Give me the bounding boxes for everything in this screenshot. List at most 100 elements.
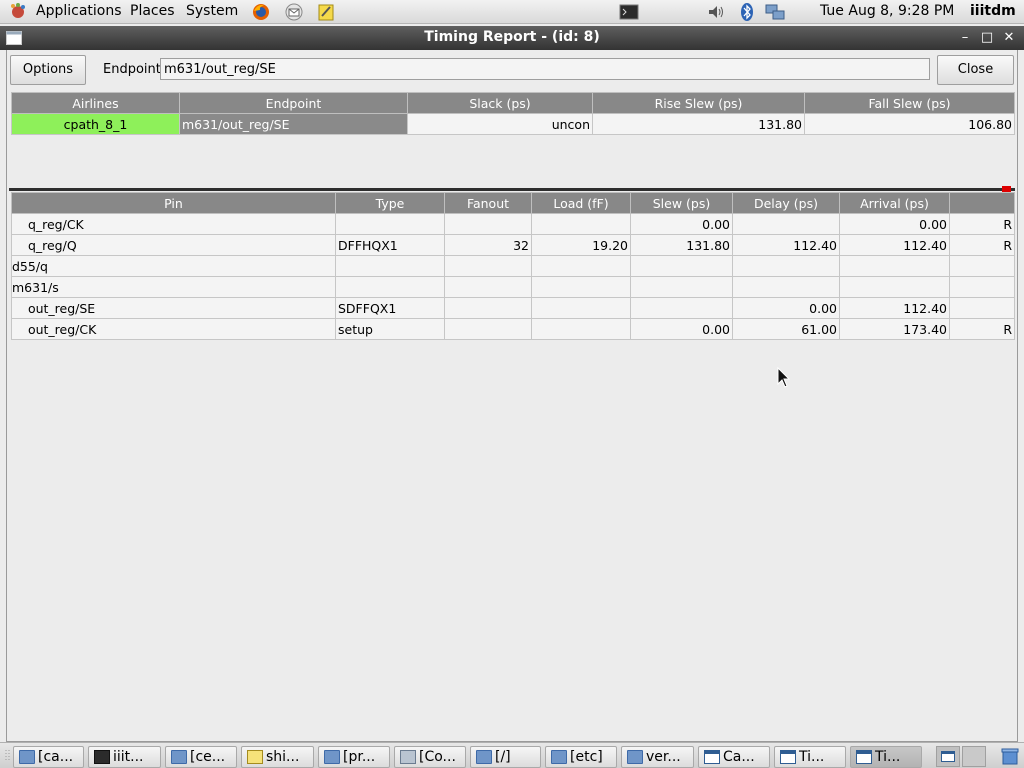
- slew-cell[interactable]: [630, 276, 733, 298]
- table-row[interactable]: q_reg/CK 0.00 0.00 R: [11, 213, 1015, 235]
- arrival-cell[interactable]: [839, 276, 950, 298]
- fanout-cell[interactable]: 32: [444, 234, 532, 256]
- window-titlebar[interactable]: Timing Report - (id: 8) – □ ✕: [0, 26, 1024, 50]
- taskbar-item[interactable]: [ca...: [13, 746, 84, 768]
- volume-icon[interactable]: [706, 2, 726, 22]
- user-name[interactable]: iiitdm: [970, 0, 1016, 24]
- menu-system[interactable]: System: [186, 0, 238, 24]
- terminal-icon[interactable]: [619, 2, 639, 22]
- edge-cell[interactable]: [949, 276, 1015, 298]
- arrival-cell[interactable]: 173.40: [839, 318, 950, 340]
- col-header-rise-slew[interactable]: Rise Slew (ps): [592, 92, 805, 114]
- col-header-type[interactable]: Type: [335, 192, 445, 214]
- trash-icon[interactable]: [1000, 747, 1020, 765]
- notes-icon[interactable]: [316, 2, 336, 22]
- taskbar-item[interactable]: [pr...: [318, 746, 390, 768]
- slew-cell[interactable]: 0.00: [630, 213, 733, 235]
- firefox-icon[interactable]: [251, 2, 271, 22]
- load-cell[interactable]: [531, 297, 631, 319]
- options-button[interactable]: Options: [10, 55, 86, 85]
- bluetooth-icon[interactable]: [737, 2, 757, 22]
- fanout-cell[interactable]: [444, 297, 532, 319]
- pane-divider[interactable]: [9, 188, 1015, 191]
- slack-cell[interactable]: uncon: [407, 113, 593, 135]
- col-header-delay[interactable]: Delay (ps): [732, 192, 840, 214]
- taskbar-item[interactable]: ver...: [621, 746, 694, 768]
- delay-cell[interactable]: [732, 255, 840, 277]
- delay-cell[interactable]: [732, 213, 840, 235]
- close-icon[interactable]: ✕: [1000, 29, 1018, 47]
- fanout-cell[interactable]: [444, 318, 532, 340]
- maximize-icon[interactable]: □: [978, 29, 996, 47]
- col-header-fall-slew[interactable]: Fall Slew (ps): [804, 92, 1015, 114]
- taskbar-item[interactable]: [/]: [470, 746, 541, 768]
- slew-cell[interactable]: [630, 297, 733, 319]
- table-row[interactable]: out_reg/SE SDFFQX1 0.00 112.40: [11, 297, 1015, 319]
- fanout-cell[interactable]: [444, 213, 532, 235]
- endpoint-cell[interactable]: m631/out_reg/SE: [179, 113, 408, 135]
- workspace-1[interactable]: [936, 746, 960, 767]
- type-cell[interactable]: [335, 255, 445, 277]
- edge-cell[interactable]: R: [949, 213, 1015, 235]
- edge-cell[interactable]: R: [949, 318, 1015, 340]
- network-icon[interactable]: [765, 2, 785, 22]
- load-cell[interactable]: [531, 255, 631, 277]
- delay-cell[interactable]: [732, 276, 840, 298]
- delay-cell[interactable]: 112.40: [732, 234, 840, 256]
- table-row[interactable]: d55/q: [11, 255, 1015, 277]
- menu-places[interactable]: Places: [130, 0, 175, 24]
- arrival-cell[interactable]: [839, 255, 950, 277]
- pin-cell[interactable]: out_reg/CK: [11, 318, 336, 340]
- taskbar-item[interactable]: [etc]: [545, 746, 617, 768]
- load-cell[interactable]: [531, 318, 631, 340]
- fall-slew-cell[interactable]: 106.80: [804, 113, 1015, 135]
- endpoint-field[interactable]: [160, 58, 930, 80]
- type-cell[interactable]: DFFHQX1: [335, 234, 445, 256]
- taskbar-item[interactable]: [ce...: [165, 746, 237, 768]
- table-row[interactable]: cpath_8_1 m631/out_reg/SE uncon 131.80 1…: [11, 113, 1015, 135]
- arrival-cell[interactable]: 112.40: [839, 297, 950, 319]
- delay-cell[interactable]: 61.00: [732, 318, 840, 340]
- fanout-cell[interactable]: [444, 255, 532, 277]
- arrival-cell[interactable]: 0.00: [839, 213, 950, 235]
- pin-cell[interactable]: q_reg/CK: [11, 213, 336, 235]
- workspace-2[interactable]: [962, 746, 986, 767]
- menu-applications[interactable]: Applications: [36, 0, 122, 24]
- path-cell[interactable]: cpath_8_1: [11, 113, 180, 135]
- close-button[interactable]: Close: [937, 55, 1014, 85]
- col-header-fanout[interactable]: Fanout: [444, 192, 532, 214]
- minimize-icon[interactable]: –: [956, 29, 974, 47]
- pin-cell[interactable]: out_reg/SE: [11, 297, 336, 319]
- col-header-endpoint[interactable]: Endpoint: [179, 92, 408, 114]
- col-header-arrival[interactable]: Arrival (ps): [839, 192, 950, 214]
- arrival-cell[interactable]: 112.40: [839, 234, 950, 256]
- table-row[interactable]: out_reg/CK setup 0.00 61.00 173.40 R: [11, 318, 1015, 340]
- col-header-pin[interactable]: Pin: [11, 192, 336, 214]
- col-header-slack[interactable]: Slack (ps): [407, 92, 593, 114]
- edge-cell[interactable]: [949, 297, 1015, 319]
- taskbar-item[interactable]: shi...: [241, 746, 314, 768]
- type-cell[interactable]: setup: [335, 318, 445, 340]
- col-header-edge[interactable]: [949, 192, 1015, 214]
- col-header-load[interactable]: Load (fF): [531, 192, 631, 214]
- table-row[interactable]: m631/s: [11, 276, 1015, 298]
- type-cell[interactable]: SDFFQX1: [335, 297, 445, 319]
- gnome-foot-icon[interactable]: [8, 2, 28, 22]
- taskbar-item[interactable]: [Co...: [394, 746, 466, 768]
- pin-cell[interactable]: d55/q: [11, 255, 336, 277]
- delay-cell[interactable]: 0.00: [732, 297, 840, 319]
- taskbar-item-active[interactable]: Ti...: [850, 746, 922, 768]
- taskbar-item[interactable]: iiit...: [88, 746, 161, 768]
- type-cell[interactable]: [335, 213, 445, 235]
- load-cell[interactable]: [531, 213, 631, 235]
- edge-cell[interactable]: [949, 255, 1015, 277]
- edge-cell[interactable]: R: [949, 234, 1015, 256]
- taskbar-item[interactable]: Ti...: [774, 746, 846, 768]
- pin-cell[interactable]: m631/s: [11, 276, 336, 298]
- slew-cell[interactable]: [630, 255, 733, 277]
- table-row[interactable]: q_reg/Q DFFHQX1 32 19.20 131.80 112.40 1…: [11, 234, 1015, 256]
- mail-icon[interactable]: [284, 2, 304, 22]
- load-cell[interactable]: [531, 276, 631, 298]
- col-header-airlines[interactable]: Airlines: [11, 92, 180, 114]
- fanout-cell[interactable]: [444, 276, 532, 298]
